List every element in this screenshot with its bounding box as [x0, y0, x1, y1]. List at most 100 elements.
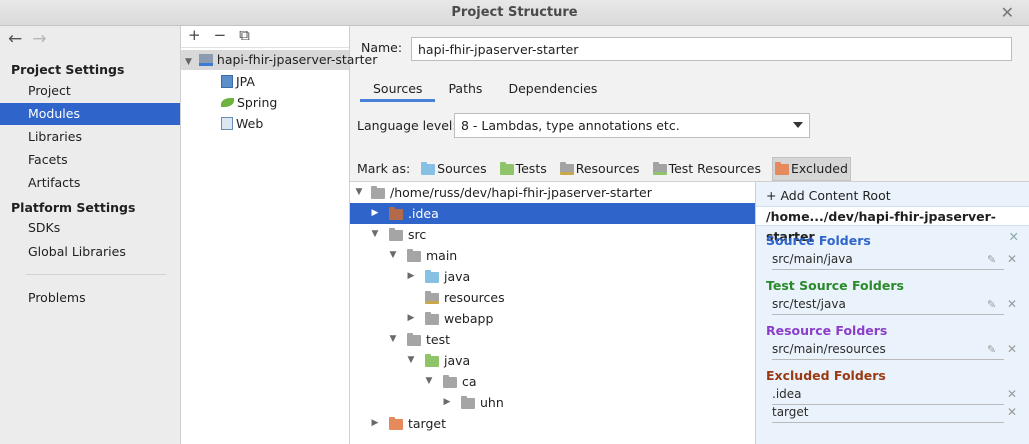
- remove-icon[interactable]: ✕: [1007, 252, 1017, 266]
- remove-icon[interactable]: ✕: [1007, 387, 1017, 401]
- mark-as-label: Mark as:: [357, 161, 411, 176]
- add-content-root-label: Add Content Root: [780, 188, 891, 203]
- remove-icon[interactable]: −: [214, 26, 227, 44]
- facet-item-jpa[interactable]: JPA: [221, 72, 255, 92]
- forward-arrow-icon[interactable]: →: [32, 29, 46, 49]
- edit-icon[interactable]: ✎: [987, 343, 996, 356]
- tree-row-uhn[interactable]: ▶ uhn: [350, 392, 755, 413]
- sidebar-item-problems[interactable]: Problems: [0, 287, 180, 309]
- folder-icon: [407, 333, 421, 346]
- remove-icon[interactable]: ✕: [1007, 297, 1017, 311]
- plus-icon: +: [766, 188, 781, 203]
- sidebar-item-modules[interactable]: Modules: [0, 103, 180, 125]
- sidebar-item-facets[interactable]: Facets: [0, 149, 180, 171]
- remove-icon[interactable]: ✕: [1007, 405, 1017, 419]
- package-folder-icon: [461, 396, 475, 409]
- button-label: Test Resources: [668, 161, 761, 176]
- tree-row-label: .idea: [408, 206, 439, 221]
- mark-excluded-button[interactable]: Excluded: [771, 157, 851, 181]
- button-label: Resources: [575, 161, 640, 176]
- add-icon[interactable]: +: [188, 26, 201, 44]
- excluded-folder-entry[interactable]: .idea: [772, 387, 1004, 405]
- tree-row-label: src: [408, 227, 427, 242]
- content-tree: ▼ /home/russ/dev/hapi-fhir-jpaserver-sta…: [350, 181, 755, 444]
- chevron-down-icon: ▼: [389, 250, 397, 260]
- source-folder-icon: [421, 162, 436, 175]
- window-title: Project Structure: [451, 5, 578, 20]
- test-source-folder-entry[interactable]: src/test/java: [772, 297, 1004, 315]
- test-folder-icon: [425, 354, 439, 367]
- tab-paths[interactable]: Paths: [435, 75, 495, 102]
- resource-folder-entry[interactable]: src/main/resources: [772, 342, 1004, 360]
- facet-item-web[interactable]: Web: [221, 114, 263, 134]
- mark-test-resources-button[interactable]: Test Resources: [651, 158, 763, 180]
- package-folder-icon: [443, 375, 457, 388]
- settings-sidebar: ← → Project Settings Project Modules Libr…: [0, 26, 181, 444]
- button-label: Tests: [515, 161, 547, 176]
- chevron-right-icon: ▶: [371, 208, 379, 218]
- tab-sources[interactable]: Sources: [360, 75, 436, 102]
- tree-row-label: resources: [444, 290, 505, 305]
- copy-icon[interactable]: ⧉: [239, 26, 250, 44]
- chevron-down-icon: ▼: [425, 376, 433, 386]
- sidebar-item-sdks[interactable]: SDKs: [0, 217, 180, 239]
- remove-icon[interactable]: ✕: [1007, 342, 1017, 356]
- tree-row-test-java[interactable]: ▼ java: [350, 350, 755, 371]
- module-item[interactable]: ▼ hapi-fhir-jpaserver-starter: [181, 50, 377, 70]
- tab-dependencies[interactable]: Dependencies: [495, 75, 610, 102]
- tree-row-label: ca: [462, 374, 477, 389]
- tree-row-src[interactable]: ▼ src: [350, 224, 755, 245]
- sidebar-item-artifacts[interactable]: Artifacts: [0, 172, 180, 194]
- module-settings: Name: Sources Paths Dependencies Languag…: [350, 26, 1029, 444]
- tree-row-test[interactable]: ▼ test: [350, 329, 755, 350]
- module-tabs: Sources Paths Dependencies: [360, 75, 610, 102]
- edit-icon[interactable]: ✎: [987, 298, 996, 311]
- module-name-input[interactable]: [411, 37, 1012, 61]
- facet-item-spring[interactable]: Spring: [221, 93, 277, 113]
- chevron-down-icon: ▼: [355, 187, 363, 197]
- tree-row-label: main: [426, 248, 458, 263]
- tree-row-ca[interactable]: ▼ ca: [350, 371, 755, 392]
- chevron-down-icon: ▼: [185, 57, 192, 67]
- mark-tests-button[interactable]: Tests: [498, 158, 549, 180]
- source-folders-title: Source Folders: [766, 233, 871, 248]
- tree-row-main-java[interactable]: ▶ java: [350, 266, 755, 287]
- chevron-right-icon: ▶: [443, 397, 451, 407]
- excluded-folder-icon: [389, 207, 403, 220]
- tree-row-main[interactable]: ▼ main: [350, 245, 755, 266]
- tree-row-idea[interactable]: ▶ .idea: [350, 203, 755, 224]
- modules-panel: + − ⧉ ▼ hapi-fhir-jpaserver-starter JPA Sp…: [181, 26, 377, 444]
- tree-row-label: target: [408, 416, 447, 431]
- chevron-right-icon: ▶: [407, 313, 415, 323]
- tree-row-target[interactable]: ▶ target: [350, 413, 755, 434]
- sidebar-item-libraries[interactable]: Libraries: [0, 126, 180, 148]
- tree-row-label: uhn: [480, 395, 504, 410]
- folder-icon: [389, 228, 403, 241]
- edit-icon[interactable]: ✎: [987, 253, 996, 266]
- tree-row-label: test: [426, 332, 451, 347]
- platform-settings-header: Platform Settings: [11, 200, 136, 215]
- resource-folder-icon: [559, 162, 574, 175]
- language-level-select[interactable]: 8 - Lambdas, type annotations etc.: [454, 113, 810, 138]
- tree-row-label: webapp: [444, 311, 494, 326]
- web-icon: [221, 117, 233, 130]
- title-bar: Project Structure ✕: [0, 0, 1029, 26]
- facet-label: Web: [236, 116, 264, 131]
- tree-row-resources[interactable]: resources: [350, 287, 755, 308]
- sidebar-item-global-libraries[interactable]: Global Libraries: [0, 241, 180, 263]
- mark-resources-button[interactable]: Resources: [558, 158, 642, 180]
- remove-root-icon[interactable]: ✕: [1009, 227, 1019, 247]
- mark-sources-button[interactable]: Sources: [419, 158, 488, 180]
- tree-row-root[interactable]: ▼ /home/russ/dev/hapi-fhir-jpaserver-sta…: [350, 182, 755, 203]
- excluded-folder-entry[interactable]: target: [772, 405, 1004, 423]
- source-folder-entry[interactable]: src/main/java: [772, 252, 1004, 270]
- tree-row-webapp[interactable]: ▶ webapp: [350, 308, 755, 329]
- folder-icon: [425, 312, 439, 325]
- chevron-right-icon: ▶: [371, 418, 379, 428]
- jpa-icon: [221, 75, 233, 88]
- sidebar-item-project[interactable]: Project: [0, 80, 180, 102]
- add-content-root-button[interactable]: + Add Content Root: [766, 188, 891, 203]
- back-arrow-icon[interactable]: ←: [8, 29, 22, 49]
- excluded-folder-icon: [389, 417, 403, 430]
- close-icon[interactable]: ✕: [1001, 3, 1014, 22]
